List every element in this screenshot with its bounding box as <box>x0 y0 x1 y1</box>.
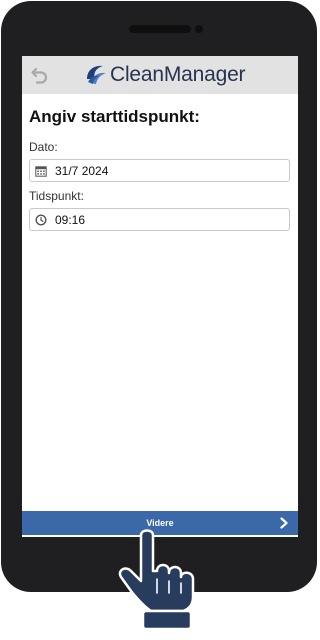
phone-camera <box>195 25 203 33</box>
time-value: 09:16 <box>55 212 86 227</box>
date-field[interactable]: 31/7 2024 <box>29 159 290 182</box>
time-label: Tidspunkt: <box>29 189 84 203</box>
phone-speaker <box>129 25 191 33</box>
date-value: 31/7 2024 <box>55 163 109 178</box>
calendar-icon <box>35 165 47 177</box>
page-title: Angiv starttidspunkt: <box>29 107 200 126</box>
app-screen: CleanManager Angiv starttidspunkt: Dato:… <box>22 56 298 537</box>
pointing-hand-icon <box>118 529 195 631</box>
time-field[interactable]: 09:16 <box>29 208 290 231</box>
date-label: Dato: <box>29 140 58 154</box>
app-name: CleanManager <box>110 63 246 86</box>
phone-frame: CleanManager Angiv starttidspunkt: Dato:… <box>1 1 317 592</box>
back-arrow-icon[interactable] <box>30 65 50 85</box>
top-bar: CleanManager <box>22 56 298 94</box>
clock-icon <box>35 213 47 226</box>
logo-swirl-icon <box>87 65 106 84</box>
app-logo: CleanManager <box>84 63 246 87</box>
chevron-right-icon <box>280 517 288 529</box>
